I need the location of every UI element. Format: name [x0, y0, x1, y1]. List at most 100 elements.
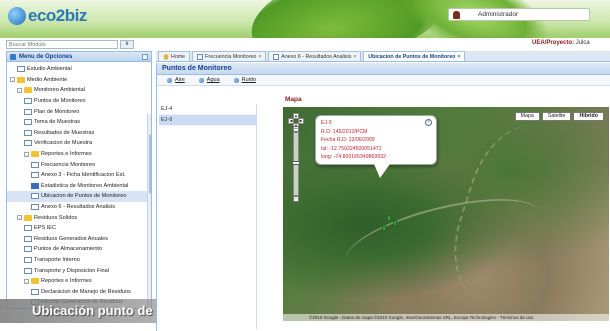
- sidebar-item[interactable]: - Monitoreo Ambiental: [7, 85, 151, 96]
- sidebar-item[interactable]: Verificacion de Muestra: [7, 138, 151, 149]
- sidebar-item[interactable]: Estadistica de Monitoreo Ambiental: [7, 181, 151, 192]
- sidebar-item-label: Transporte y Disposicion Final: [34, 267, 110, 274]
- sidebar-item-label: Anexo 3 - Ficha Identificacion Est.: [41, 172, 126, 179]
- map-zoom-slider[interactable]: + −: [292, 126, 300, 202]
- sidebar-item[interactable]: Transporte Interno: [7, 255, 151, 266]
- sidebar-item[interactable]: Estudio Ambiental: [7, 64, 151, 75]
- sidebar-item[interactable]: Puntos de Monitoreo: [7, 96, 151, 107]
- sidebar-scrollbar[interactable]: [147, 114, 151, 308]
- tab[interactable]: Frecuencia Monitoreo ×: [192, 51, 267, 61]
- map-terrain-ridge: [437, 114, 599, 320]
- app-logo: eco2biz: [8, 6, 87, 26]
- info-line: long: -74.800165349869932: [321, 154, 386, 160]
- monitoring-points-panel: Puntos de Monitoreo Aire Agua Ruido Mapa E…: [156, 63, 610, 331]
- list-item[interactable]: EJ-9: [159, 115, 256, 126]
- sidebar-item-label: Anexo 6 - Resultados Analisis: [41, 204, 116, 211]
- sidebar-item-label: Residuos Generados Anuales: [34, 235, 109, 242]
- tab-label: Anexo 6 - Resultados Analisis: [281, 53, 352, 60]
- sidebar-item-label: Reportes e Informes: [41, 151, 92, 158]
- collapse-node-icon[interactable]: -: [17, 215, 22, 221]
- close-tab-icon[interactable]: ×: [457, 54, 460, 60]
- sidebar-item[interactable]: - Reportes e Informes: [7, 276, 151, 287]
- tab-strip: Home Frecuencia Monitoreo × Anexo 6 - Resul…: [156, 51, 610, 62]
- sidebar-item[interactable]: Toma de Muestras: [7, 117, 151, 128]
- sidebar-item[interactable]: Transporte y Disposicion Final: [7, 265, 151, 276]
- map-marker[interactable]: [387, 215, 391, 221]
- list-item[interactable]: EJ-4: [159, 104, 256, 115]
- close-tab-icon[interactable]: ×: [353, 54, 356, 60]
- tab-label: Home: [171, 53, 186, 60]
- sidebar-item[interactable]: Puntos de Almacenamiento: [7, 244, 151, 255]
- filter-button-aire[interactable]: Aire: [167, 77, 185, 83]
- filter-button-label: Aire: [175, 77, 185, 83]
- map-type-satelite-button[interactable]: Satelite: [541, 112, 572, 121]
- zoom-in-button[interactable]: +: [293, 126, 299, 132]
- app-header: eco2biz Administrador: [0, 0, 610, 38]
- document-icon: [24, 108, 32, 115]
- sidebar-item[interactable]: - Medio Ambiente: [7, 75, 151, 86]
- sidebar-item[interactable]: Residuos Generados Anuales: [7, 234, 151, 245]
- module-search-input[interactable]: [6, 40, 118, 49]
- sidebar-item[interactable]: EPS IEC: [7, 223, 151, 234]
- document-icon: [24, 235, 32, 242]
- user-box[interactable]: Administrador: [448, 8, 590, 21]
- document-icon: [31, 204, 39, 211]
- sidebar-item-label: Frecuencia Monitoreo: [41, 161, 96, 168]
- sidebar-item[interactable]: Frecuencia Monitoreo: [7, 159, 151, 170]
- sidebar-item[interactable]: Anexo 6 - Resultados Analisis: [7, 202, 151, 213]
- module-search-button[interactable]: Ir: [120, 40, 134, 49]
- options-menu: Menu de Opciones Estudio Ambiental - Medio…: [6, 51, 152, 309]
- folder-icon: [31, 278, 39, 285]
- info-title: EJ-9: [321, 120, 332, 126]
- sidebar-item-label: Plan de Monitoreo: [34, 108, 80, 115]
- map-type-hibrido-button[interactable]: Hibrido: [573, 112, 604, 121]
- sidebar-scroll-thumb[interactable]: [149, 134, 151, 194]
- sidebar-item-label: Toma de Muestras: [34, 119, 81, 126]
- document-icon: [24, 246, 32, 253]
- map-marker[interactable]: [393, 220, 397, 226]
- document-icon: [31, 172, 39, 179]
- sidebar-item[interactable]: Resultados de Muestras: [7, 128, 151, 139]
- tab-label: Frecuencia Monitoreo: [205, 53, 257, 60]
- sidebar-item[interactable]: - Residuos Solidos: [7, 212, 151, 223]
- collapse-node-icon[interactable]: -: [24, 278, 29, 284]
- chart-icon: [31, 182, 39, 189]
- map-title: Mapa: [285, 96, 302, 103]
- collapse-sidebar-button[interactable]: [142, 53, 148, 60]
- tab-label: Ubicacion de Puntos de Monitoreo: [368, 53, 456, 60]
- sidebar-item[interactable]: Plan de Monitoreo: [7, 106, 151, 117]
- menu-icon: [10, 53, 16, 60]
- zoom-out-button[interactable]: −: [293, 196, 299, 202]
- collapse-node-icon[interactable]: -: [17, 87, 22, 93]
- sidebar-item-label: Monitoreo Ambiental: [34, 87, 85, 94]
- close-icon[interactable]: ×: [425, 119, 432, 126]
- info-line: R.D: 145/2010/PCM: [321, 128, 368, 135]
- menu-tree: Estudio Ambiental - Medio Ambiente - Monitor…: [7, 62, 151, 308]
- user-name: Administrador: [478, 11, 519, 18]
- sidebar-item-label: Puntos de Almacenamiento: [34, 246, 103, 253]
- collapse-node-icon[interactable]: -: [10, 77, 15, 83]
- sidebar-item[interactable]: Declaracion de Manejo de Residuos: [7, 286, 151, 297]
- sidebar-item-label: Resultados de Muestras: [34, 129, 95, 136]
- tab[interactable]: Home: [158, 51, 191, 61]
- filter-button-ruido[interactable]: Ruido: [233, 77, 256, 83]
- filter-button-agua[interactable]: Agua: [198, 77, 220, 83]
- sidebar-item-label: Ubicacion de Puntos de Monitoreo: [41, 193, 127, 200]
- document-icon: [24, 225, 32, 232]
- sidebar-item-label: Transporte Interno: [34, 256, 80, 263]
- collapse-node-icon[interactable]: -: [24, 151, 29, 157]
- sidebar-item[interactable]: - Reportes e Informes: [7, 149, 151, 160]
- sidebar-item[interactable]: Ubicacion de Puntos de Monitoreo: [7, 191, 151, 202]
- zoom-slider-knob[interactable]: [292, 161, 300, 165]
- tab[interactable]: Ubicacion de Puntos de Monitoreo ×: [363, 51, 466, 61]
- monitoring-points-list: EJ-4 EJ-9: [159, 104, 257, 329]
- map-view[interactable]: ▲ ◀ ▶ ▼ + − MapaSateliteHibrido × EJ-9 R…: [283, 107, 609, 321]
- tab[interactable]: Anexo 6 - Resultados Analisis ×: [268, 51, 362, 61]
- document-icon: [31, 288, 39, 295]
- sidebar-item[interactable]: Anexo 3 - Ficha Identificacion Est.: [7, 170, 151, 181]
- map-marker[interactable]: [382, 225, 386, 231]
- map-type-mapa-button[interactable]: Mapa: [514, 112, 540, 121]
- close-tab-icon[interactable]: ×: [258, 54, 261, 60]
- document-icon: [24, 119, 32, 126]
- sidebar-item-label: Puntos de Monitoreo: [34, 98, 86, 105]
